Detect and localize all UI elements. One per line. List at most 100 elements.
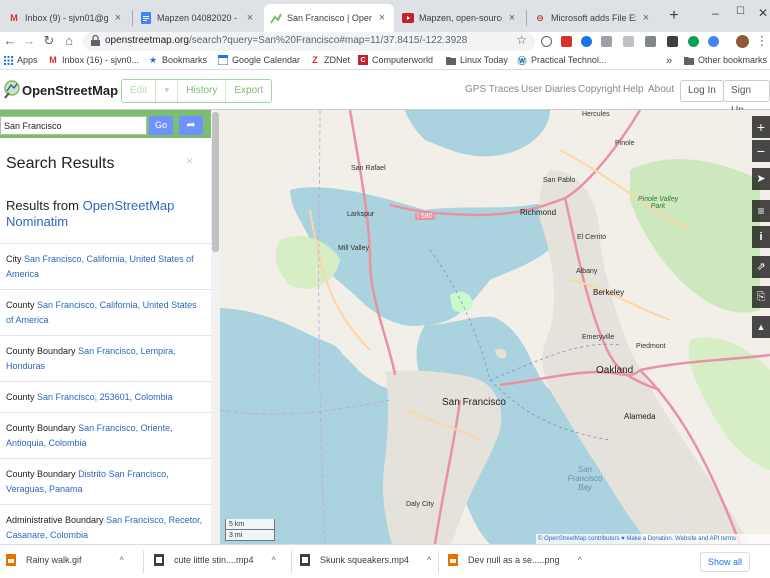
close-icon[interactable]: × (186, 154, 193, 168)
extension-icon[interactable] (623, 36, 634, 47)
map-key-icon[interactable]: i (752, 226, 770, 248)
reload-button[interactable]: ↻ (41, 33, 57, 49)
go-button[interactable]: Go (149, 116, 173, 135)
bookmark-apps[interactable]: Apps (3, 55, 38, 65)
home-button[interactable]: ⌂ (61, 33, 77, 49)
signup-button[interactable]: Sign Up (723, 80, 770, 116)
new-tab-button[interactable]: + (666, 8, 682, 24)
copy-extension-icon[interactable] (601, 36, 612, 47)
browser-tab-osm[interactable]: San Francisco | OpenSt × (264, 4, 394, 32)
map-view[interactable]: I 580 San Francisco Oakland Berkeley Ric… (220, 110, 770, 544)
history-button[interactable]: History (178, 80, 227, 102)
edit-button[interactable]: Edit (122, 80, 157, 102)
result-type: County Boundary (6, 469, 76, 479)
result-link[interactable]: San Francisco, California, United States… (6, 300, 197, 325)
download-options-chevron-icon[interactable]: ^ (578, 555, 582, 565)
result-link[interactable]: San Francisco, California, United States… (6, 254, 194, 279)
bookmarks-overflow-button[interactable]: » (666, 55, 672, 67)
nav-copyright[interactable]: Copyright (578, 84, 621, 95)
browser-tab-gmail[interactable]: M Inbox (9) - sjvn01@gmail × (2, 4, 130, 32)
download-name: Rainy walk.gif (26, 555, 82, 565)
result-type: County Boundary (6, 346, 76, 356)
bookmark-computerworld[interactable]: C Computerworld (358, 55, 433, 65)
download-options-chevron-icon[interactable]: ^ (427, 555, 431, 565)
extension-icon[interactable] (667, 36, 678, 47)
scale-km: 5 km (225, 519, 275, 530)
minimize-icon[interactable]: – (712, 6, 719, 20)
search-sidebar: Go ➦ Search Results × Results from OpenS… (0, 110, 220, 544)
forward-button[interactable]: → (21, 33, 37, 49)
gmail-extension-icon[interactable] (561, 36, 572, 47)
result-link[interactable]: San Francisco, 253601, Colombia (37, 392, 173, 402)
export-button[interactable]: Export (226, 80, 271, 102)
layers-icon[interactable]: ≡ (752, 200, 770, 222)
scrollbar-thumb[interactable] (212, 112, 219, 252)
download-options-chevron-icon[interactable]: ^ (120, 555, 124, 565)
maximize-icon[interactable]: ☐ (736, 6, 745, 17)
back-button[interactable]: ← (2, 33, 18, 49)
bookmark-bookmarks[interactable]: ★ Bookmarks (148, 55, 207, 66)
youtube-icon (402, 12, 414, 24)
tab-title: Mapzen, open-source m (419, 13, 502, 23)
download-options-chevron-icon[interactable]: ^ (272, 555, 276, 565)
download-item[interactable]: Dev null as a se.....png ^ (448, 554, 582, 566)
avatar[interactable] (736, 35, 749, 48)
map-attribution[interactable]: © OpenStreetMap contributors ♥ Make a Do… (536, 534, 770, 544)
nav-user-diaries[interactable]: User Diaries (521, 84, 576, 95)
tab-close-icon[interactable]: × (640, 12, 652, 24)
directions-icon[interactable]: ➦ (179, 116, 203, 135)
menu-icon[interactable]: ⋮ (754, 33, 770, 49)
osm-brand[interactable]: OpenStreetMap (22, 83, 118, 98)
map-label: San Francisco (442, 397, 506, 408)
bookmark-linux-today[interactable]: Linux Today (446, 55, 508, 65)
search-result-item: County San Francisco, California, United… (0, 289, 211, 335)
extension-icon[interactable] (708, 36, 719, 47)
edit-dropdown-chevron-icon[interactable]: ▾ (156, 80, 179, 102)
download-item[interactable]: cute little stin....mp4 ^ (154, 554, 276, 566)
browser-tab-youtube[interactable]: Mapzen, open-source m × (396, 4, 524, 32)
map-label: Alameda (624, 412, 656, 421)
search-result-item: County San Francisco, 253601, Colombia (0, 381, 211, 412)
nav-gps-traces[interactable]: GPS Traces (465, 84, 519, 95)
address-bar[interactable]: openstreetmap.org/search?query=San%20Fra… (83, 32, 535, 51)
query-icon[interactable]: ▲ (752, 316, 770, 338)
zoom-in-button[interactable]: + (752, 116, 770, 138)
osm-logo[interactable] (4, 79, 20, 99)
calendar-icon (218, 55, 228, 65)
search-extension-icon[interactable] (541, 36, 552, 47)
browser-tab-zdnet[interactable]: ⊖ Microsoft adds File Exp × (528, 4, 658, 32)
extension-icon[interactable] (688, 36, 699, 47)
close-window-icon[interactable]: ✕ (758, 6, 768, 20)
locate-icon[interactable]: ➤ (752, 168, 770, 190)
search-bar: Go ➦ (0, 110, 220, 138)
bookmark-practical-tech[interactable]: Ⓦ Practical Technol... (517, 55, 607, 66)
bookmark-star-icon[interactable]: ☆ (516, 33, 527, 47)
tab-close-icon[interactable]: × (376, 12, 388, 24)
tab-close-icon[interactable]: × (244, 12, 256, 24)
result-type: County (6, 300, 35, 310)
folder-icon (684, 55, 694, 65)
extension-icon[interactable] (581, 36, 592, 47)
map-label: Mill Valley (338, 245, 369, 252)
nav-help[interactable]: Help (623, 84, 644, 95)
other-bookmarks[interactable]: Other bookmarks (684, 55, 767, 65)
download-item[interactable]: Skunk squeakers.mp4 ^ (300, 554, 431, 566)
tab-close-icon[interactable]: × (112, 12, 124, 24)
tab-close-icon[interactable]: × (506, 12, 518, 24)
bookmark-calendar[interactable]: Google Calendar (218, 55, 300, 65)
search-input[interactable] (0, 116, 147, 135)
browser-tab-docs[interactable]: Mapzen 04082020 - Goo × (134, 4, 262, 32)
share-icon[interactable]: ⇗ (752, 256, 770, 278)
nav-about[interactable]: About (648, 84, 674, 95)
note-icon[interactable]: ⎘ (752, 286, 770, 308)
zoom-out-button[interactable]: − (752, 140, 770, 162)
show-all-button[interactable]: Show all (700, 552, 751, 572)
login-button[interactable]: Log In (680, 80, 724, 102)
bookmark-zdnet[interactable]: Z ZDNet (310, 55, 350, 65)
download-item[interactable]: Rainy walk.gif ^ (6, 554, 124, 566)
extension-icon[interactable] (645, 36, 656, 47)
bookmark-inbox[interactable]: M Inbox (16) - sjvn0... (48, 55, 139, 65)
url-host: openstreetmap.org (105, 35, 189, 46)
sidebar-scrollbar[interactable] (211, 110, 220, 544)
bookmark-label: Practical Technol... (531, 55, 607, 65)
